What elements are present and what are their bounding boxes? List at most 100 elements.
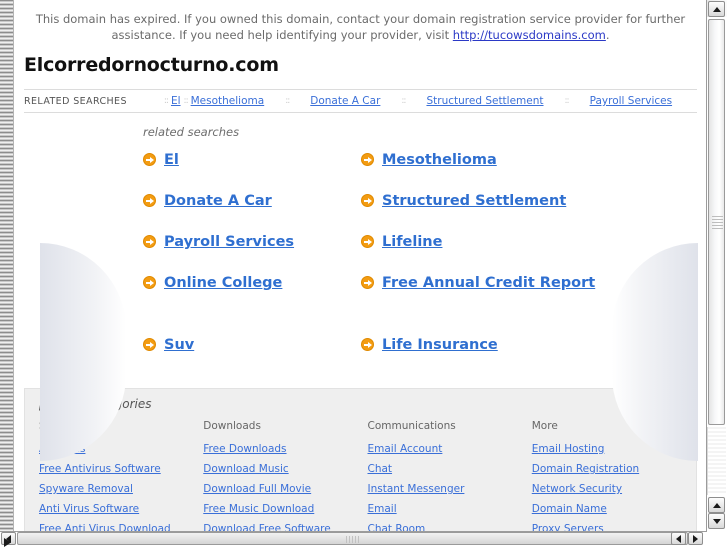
popcat-link-anti-virus-software[interactable]: Anti Virus Software (39, 499, 203, 519)
rs-link-free-annual-credit-report[interactable]: Free Annual Credit Report (382, 273, 595, 294)
separator-dots: :: (285, 96, 290, 106)
tucows-domains-link[interactable]: http://tucowsdomains.com (453, 28, 606, 42)
popular-categories-column-downloads: Downloads Free Downloads Download Music … (203, 420, 367, 531)
related-searches-columns: El Donate A Car Payroll Services Online … (143, 150, 706, 376)
scrollbar-grip-icon (712, 216, 723, 230)
popular-categories-panel: popular categories Security Antivirus Fr… (24, 388, 697, 531)
popcat-link-instant-messenger[interactable]: Instant Messenger (368, 479, 532, 499)
list-item[interactable]: Online College (143, 273, 361, 335)
separator-dots: :: (401, 96, 406, 106)
related-searches-column-right: Mesothelioma Structured Settlement Lifel… (361, 150, 601, 376)
domain-expired-notice: This domain has expired. If you owned th… (15, 0, 706, 47)
rs-link-mesothelioma[interactable]: Mesothelioma (382, 150, 497, 171)
arrow-circle-right-icon (143, 194, 156, 207)
popcat-link-free-antivirus-software[interactable]: Free Antivirus Software (39, 459, 203, 479)
popular-categories-column-communications: Communications Email Account Chat Instan… (368, 420, 532, 531)
popcat-link-free-music-download[interactable]: Free Music Download (203, 499, 367, 519)
rs-bar-link-donate-a-car[interactable]: Donate A Car (310, 95, 380, 107)
list-item[interactable]: Payroll Services (143, 232, 361, 273)
popcat-link-spyware-removal[interactable]: Spyware Removal (39, 479, 203, 499)
list-item[interactable]: El (143, 150, 361, 191)
related-searches-section: related searches El Donate A Car Payroll… (15, 125, 706, 461)
rs-link-el[interactable]: El (164, 150, 179, 171)
scroll-up-arrow-icon (712, 502, 721, 508)
separator-dots: :: (564, 96, 570, 106)
list-item[interactable]: Life Insurance (361, 335, 601, 376)
separator-dots: :: (183, 96, 189, 106)
scroll-left-arrow-icon (676, 534, 681, 543)
scroll-down-arrow-icon (712, 518, 721, 524)
rs-bar-link-el[interactable]: El (171, 95, 181, 107)
notice-text-after: . (605, 28, 610, 42)
related-searches-bar-label: RELATED SEARCHES (24, 95, 127, 107)
column-title: Security (39, 420, 83, 432)
popular-categories-column-security: Security Antivirus Free Antivirus Softwa… (39, 420, 203, 531)
horizontal-scrollbar[interactable] (0, 531, 707, 545)
vertical-scrollbar-thumb[interactable] (708, 19, 725, 425)
scroll-right-button[interactable] (688, 532, 703, 545)
scroll-right-arrow-icon (693, 534, 698, 543)
popcat-link-download-free-software[interactable]: Download Free Software (203, 519, 367, 531)
column-title: Downloads (203, 420, 261, 432)
popular-categories-column-more: More Email Hosting Domain Registration N… (532, 420, 696, 531)
vertical-scrollbar[interactable] (706, 0, 727, 531)
scrollbar-grip-icon (345, 536, 360, 543)
popcat-link-email-hosting[interactable]: Email Hosting (532, 439, 696, 459)
popcat-link-chat[interactable]: Chat (368, 459, 532, 479)
list-item[interactable]: Suv (143, 335, 361, 376)
list-item[interactable]: Free Annual Credit Report (361, 273, 601, 335)
arrow-circle-right-icon (143, 153, 156, 166)
page-title: Elcorredornocturno.com (24, 54, 279, 76)
rs-link-donate-a-car[interactable]: Donate A Car (164, 191, 272, 212)
arrow-circle-right-icon (361, 153, 374, 166)
popcat-link-proxy-servers[interactable]: Proxy Servers (532, 519, 696, 531)
popcat-link-free-anti-virus-download[interactable]: Free Anti Virus Download (39, 519, 203, 531)
popcat-link-download-music[interactable]: Download Music (203, 459, 367, 479)
horizontal-scrollbar-thumb[interactable] (17, 532, 688, 545)
popcat-link-email[interactable]: Email (368, 499, 532, 519)
popcat-link-network-security[interactable]: Network Security (532, 479, 696, 499)
popular-categories-columns: Security Antivirus Free Antivirus Softwa… (39, 420, 696, 531)
rs-bar-link-mesothelioma[interactable]: Mesothelioma (191, 95, 265, 107)
popcat-link-free-downloads[interactable]: Free Downloads (203, 439, 367, 459)
popular-categories-heading: popular categories (39, 397, 152, 411)
rs-link-lifeline[interactable]: Lifeline (382, 232, 442, 253)
scroll-left-button-secondary[interactable] (671, 532, 686, 545)
rs-bar-link-payroll-services[interactable]: Payroll Services (590, 95, 672, 107)
popcat-link-antivirus[interactable]: Antivirus (39, 439, 203, 459)
rs-link-structured-settlement[interactable]: Structured Settlement (382, 191, 566, 212)
related-searches-heading: related searches (143, 125, 240, 139)
rs-link-online-college[interactable]: Online College (164, 273, 282, 294)
rs-link-life-insurance[interactable]: Life Insurance (382, 335, 498, 356)
arrow-circle-right-icon (143, 276, 156, 289)
resize-grip-icon[interactable] (2, 533, 13, 547)
related-searches-column-left: El Donate A Car Payroll Services Online … (143, 150, 361, 376)
popcat-link-chat-room[interactable]: Chat Room (368, 519, 532, 531)
rs-bar-link-structured-settlement[interactable]: Structured Settlement (426, 95, 543, 107)
page-viewport: This domain has expired. If you owned th… (15, 0, 706, 531)
popcat-link-download-full-movie[interactable]: Download Full Movie (203, 479, 367, 499)
arrow-circle-right-icon (361, 194, 374, 207)
popcat-link-domain-registration[interactable]: Domain Registration (532, 459, 696, 479)
arrow-circle-right-icon (143, 235, 156, 248)
scroll-up-button[interactable] (708, 1, 725, 17)
list-item[interactable]: Donate A Car (143, 191, 361, 232)
rs-link-suv[interactable]: Suv (164, 335, 194, 356)
scroll-up-button-secondary[interactable] (708, 497, 725, 513)
list-item[interactable]: Mesothelioma (361, 150, 601, 191)
popcat-link-domain-name[interactable]: Domain Name (532, 499, 696, 519)
arrow-circle-right-icon (361, 338, 374, 351)
browser-window: This domain has expired. If you owned th… (0, 0, 727, 547)
list-item[interactable]: Structured Settlement (361, 191, 601, 232)
vertical-scrollbar-track-bottom[interactable] (707, 427, 726, 495)
list-item[interactable]: Lifeline (361, 232, 601, 273)
separator-dots: :: (163, 96, 169, 106)
column-title: Communications (367, 420, 456, 432)
rs-link-payroll-services[interactable]: Payroll Services (164, 232, 294, 253)
related-searches-bar: RELATED SEARCHES :: El :: Mesothelioma :… (24, 89, 697, 113)
scroll-up-arrow-icon (712, 6, 721, 12)
arrow-circle-right-icon (143, 338, 156, 351)
popcat-link-email-account[interactable]: Email Account (368, 439, 532, 459)
scroll-down-button[interactable] (708, 513, 725, 529)
arrow-circle-right-icon (361, 235, 374, 248)
